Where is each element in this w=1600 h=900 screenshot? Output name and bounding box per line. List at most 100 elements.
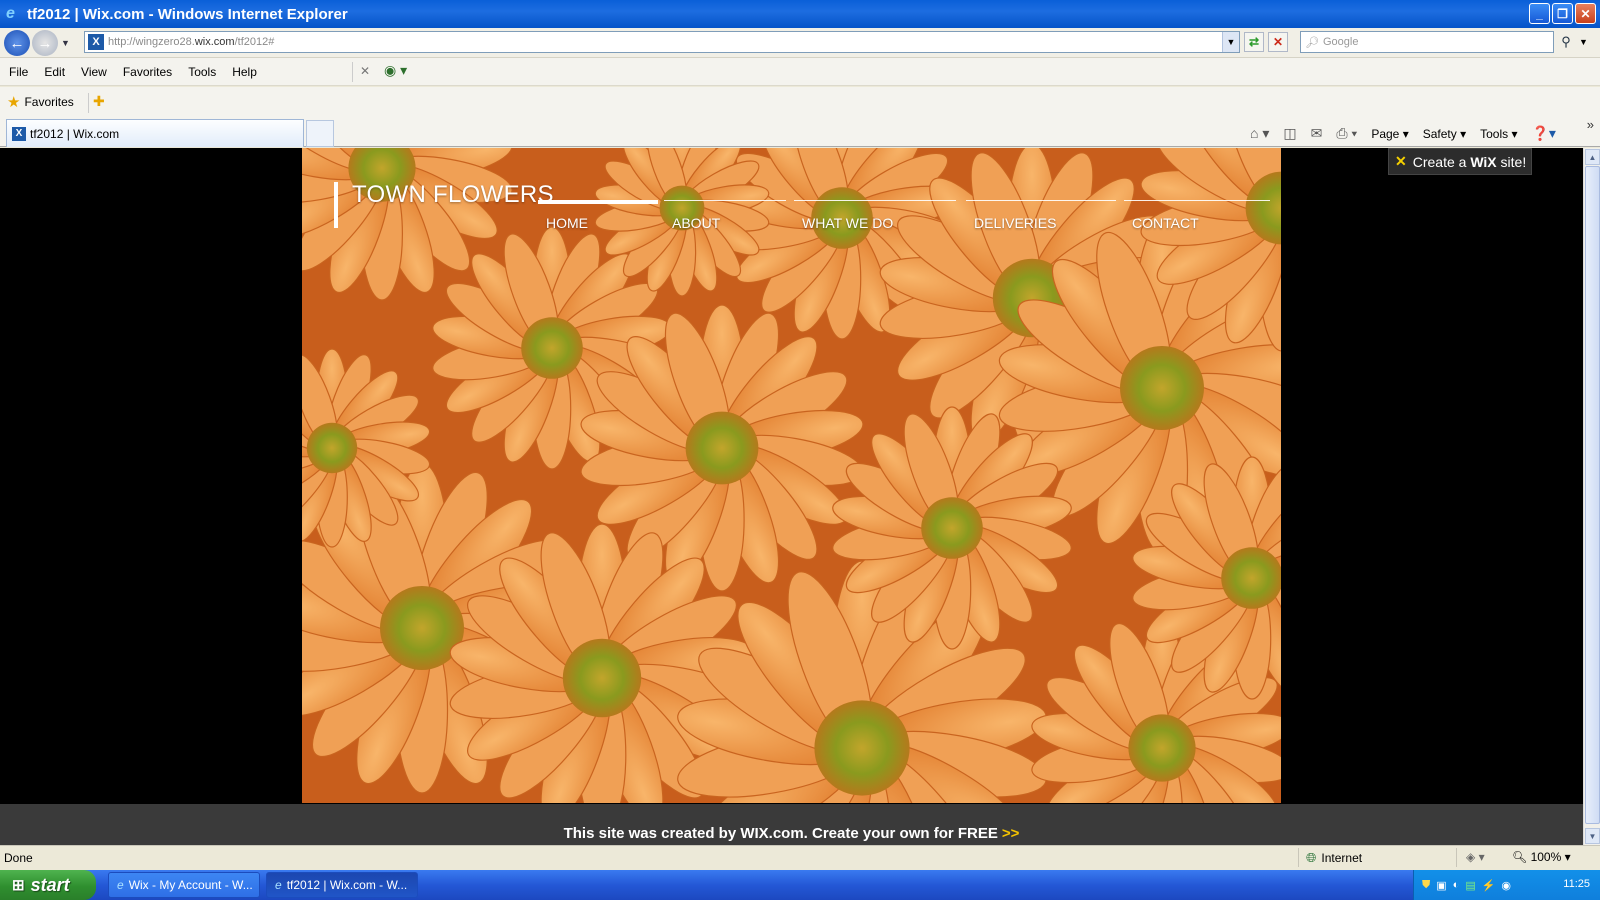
nav-deliveries[interactable]: DELIVERIES bbox=[966, 200, 1116, 231]
ie-logo-icon: e bbox=[6, 5, 15, 22]
status-divider bbox=[1456, 848, 1457, 867]
wix-badge-text: Create a WiX site! bbox=[1412, 153, 1527, 170]
messenger-icon[interactable]: ◉ bbox=[1501, 879, 1511, 892]
add-to-favorites-bar-icon[interactable]: ✚ bbox=[88, 93, 110, 113]
favorites-bar: ★ Favorites ✚ bbox=[0, 87, 1600, 117]
footer-text[interactable]: This site was created by WIX.com. Create… bbox=[564, 825, 998, 842]
flower-center bbox=[306, 422, 358, 474]
security-shield-icon[interactable]: ⛊ bbox=[1422, 879, 1430, 892]
page-viewport: TOWN FLOWERS HOME ABOUT WHAT WE DO DELIV… bbox=[0, 148, 1583, 845]
address-url[interactable]: http://wingzero28.wix.com/tf2012# bbox=[108, 36, 274, 48]
status-divider bbox=[1298, 848, 1299, 867]
address-dropdown-icon[interactable]: ▼ bbox=[1222, 32, 1239, 52]
nav-what-we-do[interactable]: WHAT WE DO bbox=[794, 200, 956, 231]
wix-logo-icon: ✕ bbox=[1395, 153, 1407, 169]
site-brand[interactable]: TOWN FLOWERS bbox=[334, 182, 554, 228]
start-button[interactable]: ⊞ start bbox=[0, 870, 96, 900]
taskbar-item[interactable]: e tf2012 | Wix.com - W... bbox=[266, 872, 418, 898]
orange-daisies-illustration bbox=[302, 148, 1281, 803]
address-bar[interactable]: X http://wingzero28.wix.com/tf2012# ▼ bbox=[84, 31, 1240, 53]
forward-button[interactable]: → bbox=[32, 30, 58, 56]
menu-edit[interactable]: Edit bbox=[44, 65, 65, 79]
security-zone[interactable]: 🌐︎ Internet bbox=[1306, 850, 1362, 866]
site-nav-deliveries[interactable]: DELIVERIES bbox=[966, 200, 1116, 231]
taskbar-item[interactable]: e Wix - My Account - W... bbox=[108, 872, 260, 898]
scroll-down-icon[interactable]: ▼ bbox=[1585, 828, 1600, 844]
menu-favorites[interactable]: Favorites bbox=[123, 65, 172, 79]
flower-center bbox=[814, 700, 910, 796]
toolbar-addon-icon[interactable]: ◉ ▾ bbox=[384, 62, 407, 79]
taskbar-clock: 11:25 bbox=[1563, 878, 1590, 890]
nav-home[interactable]: HOME bbox=[538, 200, 658, 231]
window-controls: _ ❐ ✕ bbox=[1529, 3, 1596, 24]
new-tab-button[interactable] bbox=[306, 120, 334, 147]
menu-file[interactable]: File bbox=[9, 65, 28, 79]
close-icon[interactable]: ✕ bbox=[1575, 3, 1596, 24]
search-input[interactable]: 🔎︎ Google bbox=[1300, 31, 1554, 53]
zoom-control[interactable]: 🔍︎ 100% ▾ bbox=[1512, 850, 1571, 864]
menu-help[interactable]: Help bbox=[232, 65, 257, 79]
tools-menu[interactable]: Tools ▾ bbox=[1480, 127, 1517, 141]
scroll-up-icon[interactable]: ▲ bbox=[1585, 149, 1600, 165]
menu-view[interactable]: View bbox=[81, 65, 107, 79]
minimize-icon[interactable]: _ bbox=[1529, 3, 1550, 24]
windows-taskbar: ⊞ start e Wix - My Account - W... e tf20… bbox=[0, 870, 1600, 900]
system-tray: ⛊ ▣ ◐ ▤ ⚡ ◉ 11:25 bbox=[1413, 870, 1600, 900]
tab-label: tf2012 | Wix.com bbox=[30, 126, 120, 141]
site-nav-about[interactable]: ABOUT bbox=[664, 200, 786, 231]
toolbar-overflow-chevron-icon[interactable]: » bbox=[1587, 117, 1594, 132]
back-button[interactable]: ← bbox=[4, 30, 30, 56]
maximize-icon[interactable]: ❐ bbox=[1552, 3, 1573, 24]
menu-bar: File Edit View Favorites Tools Help ✕ ◉ … bbox=[0, 58, 1600, 86]
home-icon[interactable]: ⌂ ▾ bbox=[1250, 125, 1269, 142]
windows-flag-icon: ⊞ bbox=[12, 877, 25, 894]
recent-pages-dropdown-icon[interactable]: ▼ bbox=[61, 38, 70, 48]
ie-logo-icon: e bbox=[275, 878, 282, 892]
status-text: Done bbox=[4, 850, 33, 865]
footer-arrow[interactable]: >> bbox=[1002, 825, 1020, 842]
command-bar: ⌂ ▾ ◫ ✉ ⎙ ▾ Page ▾ Safety ▾ Tools ▾ ❓▾ bbox=[1250, 125, 1556, 142]
flower-hero-image: TOWN FLOWERS HOME ABOUT WHAT WE DO DELIV… bbox=[302, 148, 1281, 803]
stop-icon[interactable]: ✕ bbox=[1268, 32, 1288, 52]
refresh-icon[interactable]: ⇄ bbox=[1244, 32, 1264, 52]
feeds-icon[interactable]: ◫ bbox=[1283, 125, 1296, 142]
menu-tools[interactable]: Tools bbox=[188, 65, 216, 79]
window-title: tf2012 | Wix.com - Windows Internet Expl… bbox=[27, 5, 348, 23]
sound-icon[interactable]: ◐ bbox=[1453, 879, 1460, 891]
navigation-bar: ← → ▼ X http://wingzero28.wix.com/tf2012… bbox=[0, 28, 1600, 58]
search-options-dropdown-icon[interactable]: ▼ bbox=[1579, 37, 1588, 47]
wix-promo-footer[interactable]: This site was created by WIX.com. Create… bbox=[0, 804, 1583, 845]
site-nav-home[interactable]: HOME bbox=[538, 200, 658, 231]
ie-logo-icon: e bbox=[117, 878, 124, 892]
nav-contact[interactable]: CONTACT bbox=[1124, 200, 1270, 231]
page-menu[interactable]: Page ▾ bbox=[1371, 127, 1408, 141]
favorites-button[interactable]: Favorites bbox=[24, 95, 73, 109]
window-titlebar: e tf2012 | Wix.com - Windows Internet Ex… bbox=[0, 0, 1600, 28]
protected-mode-icon[interactable]: ◈ ▾ bbox=[1466, 850, 1485, 864]
vertical-scrollbar[interactable]: ▲ ▼ bbox=[1583, 148, 1600, 845]
status-bar: Done 🌐︎ Internet ◈ ▾ 🔍︎ 100% ▾ bbox=[0, 845, 1600, 869]
read-mail-icon[interactable]: ✉ bbox=[1311, 125, 1323, 142]
favorites-star-icon[interactable]: ★ bbox=[7, 93, 20, 111]
tray-app-icon[interactable]: ▤ bbox=[1465, 879, 1475, 892]
scroll-thumb[interactable] bbox=[1585, 166, 1600, 824]
site-nav-contact[interactable]: CONTACT bbox=[1124, 200, 1270, 231]
create-wix-site-badge[interactable]: ✕ Create a WiX site! bbox=[1388, 148, 1532, 175]
site-nav-what-we-do[interactable]: WHAT WE DO bbox=[794, 200, 956, 231]
search-provider-icon: 🔎︎ bbox=[1305, 36, 1319, 49]
print-icon[interactable]: ⎙ ▾ bbox=[1336, 125, 1357, 142]
search-icon[interactable]: ⚲ bbox=[1556, 32, 1576, 52]
globe-icon: 🌐︎ bbox=[1306, 850, 1317, 865]
wix-favicon-icon: X bbox=[12, 126, 26, 141]
help-icon[interactable]: ❓▾ bbox=[1531, 125, 1555, 142]
search-placeholder: Google bbox=[1322, 36, 1359, 48]
nav-about[interactable]: ABOUT bbox=[664, 200, 786, 231]
flower-center bbox=[685, 411, 759, 485]
network-icon[interactable]: ▣ bbox=[1436, 879, 1446, 892]
close-toolbar-icon[interactable]: ✕ bbox=[360, 64, 370, 78]
tab-tf2012[interactable]: X tf2012 | Wix.com bbox=[6, 119, 304, 147]
flower-center bbox=[1221, 547, 1281, 609]
safety-menu[interactable]: Safety ▾ bbox=[1423, 127, 1466, 141]
flower-center bbox=[562, 638, 642, 718]
usb-icon[interactable]: ⚡ bbox=[1482, 879, 1496, 892]
